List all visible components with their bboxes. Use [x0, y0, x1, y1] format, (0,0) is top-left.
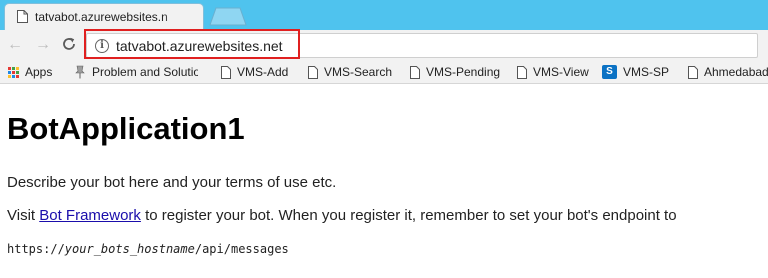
page-icon: [17, 10, 28, 23]
bookmark-ahmedabad[interactable]: Ahmedabad: [688, 64, 768, 80]
page-icon: [517, 65, 527, 79]
new-tab-button[interactable]: [206, 7, 250, 26]
bookmark-vms-search[interactable]: VMS-Search: [308, 64, 392, 80]
page-icon: [688, 65, 698, 79]
tab-strip: tatvabot.azurewebsites.n: [0, 0, 768, 30]
register-instructions: Visit Bot Framework to register your bot…: [7, 207, 677, 224]
page-icon: [308, 65, 318, 79]
description-text: Describe your bot here and your terms of…: [7, 174, 337, 191]
page-icon: [410, 65, 420, 79]
bookmarks-bar: Apps Problem and Solution VMS-Add VMS-Se…: [0, 60, 768, 84]
bookmark-apps[interactable]: Apps: [8, 64, 52, 80]
apps-grid-icon: [8, 66, 19, 78]
visit-prefix: Visit: [7, 207, 40, 224]
bookmark-label: VMS-SP: [623, 65, 670, 79]
bookmark-vms-pending[interactable]: VMS-Pending: [410, 64, 500, 80]
sharepoint-icon: S: [602, 65, 617, 79]
endpoint-url: https://your_bots_hostname/api/messages: [7, 242, 289, 256]
bookmark-label: Ahmedabad: [704, 65, 768, 79]
bot-framework-link[interactable]: Bot Framework: [39, 207, 141, 224]
bookmark-label: VMS-View: [533, 65, 589, 79]
endpoint-prefix: https://: [7, 242, 65, 256]
browser-tab[interactable]: tatvabot.azurewebsites.n: [4, 3, 204, 30]
reload-glyph: [63, 37, 75, 50]
bookmark-vms-add[interactable]: VMS-Add: [221, 64, 288, 80]
visit-suffix: to register your bot. When you register …: [140, 207, 677, 224]
address-bar[interactable]: i tatvabot.azurewebsites.net: [86, 33, 758, 58]
info-icon[interactable]: i: [95, 39, 109, 53]
bookmark-label: Apps: [25, 65, 53, 79]
page-icon: [221, 65, 231, 79]
page-content: BotApplication1 Describe your bot here a…: [0, 85, 768, 278]
bookmark-label: Problem and Solution: [92, 65, 198, 79]
back-arrow-icon[interactable]: ←: [6, 36, 24, 54]
pin-icon: [75, 65, 85, 79]
bookmark-problem-and-solution[interactable]: Problem and Solution: [74, 64, 198, 80]
bookmark-vms-view[interactable]: VMS-View: [517, 64, 589, 80]
bookmark-label: VMS-Search: [324, 65, 393, 79]
reload-icon[interactable]: [60, 36, 78, 54]
page-title: BotApplication1: [7, 111, 245, 146]
bookmark-label: VMS-Pending: [426, 65, 501, 79]
endpoint-hostname: your_bots_hostname: [64, 242, 195, 256]
tab-title: tatvabot.azurewebsites.n: [35, 10, 168, 24]
bookmark-vms-sp[interactable]: S VMS-SP: [602, 64, 669, 80]
forward-arrow-icon[interactable]: →: [34, 36, 52, 54]
endpoint-path: /api/messages: [194, 242, 289, 256]
bookmark-label: VMS-Add: [237, 65, 289, 79]
url-text[interactable]: tatvabot.azurewebsites.net: [116, 38, 283, 54]
browser-toolbar: ← → i tatvabot.azurewebsites.net: [0, 30, 768, 60]
